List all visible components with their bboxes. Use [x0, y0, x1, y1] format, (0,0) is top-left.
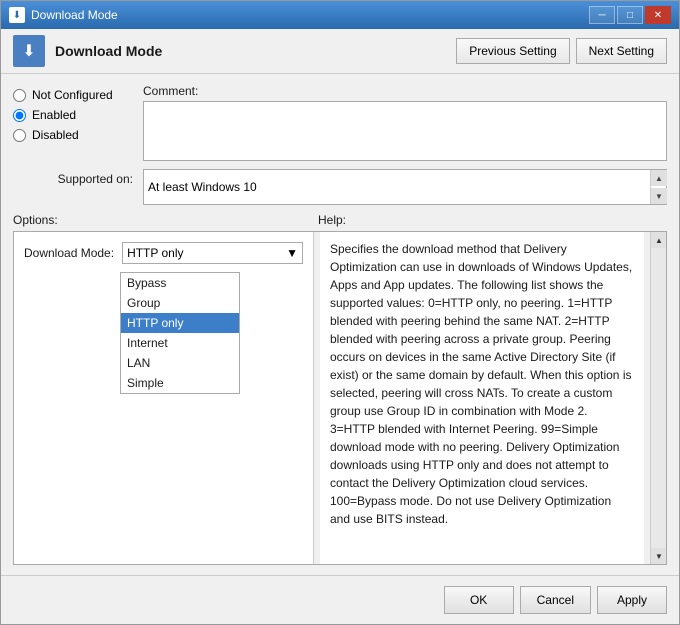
download-mode-row: Download Mode: HTTP only ▼ [24, 242, 303, 264]
maximize-button[interactable]: □ [617, 6, 643, 24]
options-label: Options: [13, 213, 318, 227]
previous-setting-button[interactable]: Previous Setting [456, 38, 569, 64]
dropdown-wrapper: HTTP only ▼ [122, 242, 303, 264]
radio-not-configured[interactable]: Not Configured [13, 88, 143, 102]
supported-scrollbar: ▲ ▼ [650, 170, 666, 204]
section-labels: Options: Help: [13, 213, 667, 227]
main-window: ⬇ Download Mode ─ □ ✕ ⬇ Download Mode Pr… [0, 0, 680, 625]
dropdown-item-internet[interactable]: Internet [121, 333, 239, 353]
window-icon: ⬇ [9, 7, 25, 23]
window-title: Download Mode [31, 8, 118, 22]
comment-label: Comment: [143, 84, 667, 98]
radio-enabled[interactable]: Enabled [13, 108, 143, 122]
supported-value: At least Windows 10 [148, 180, 257, 194]
close-button[interactable]: ✕ [645, 6, 671, 24]
dropdown-item-http-only[interactable]: HTTP only [121, 313, 239, 333]
footer: OK Cancel Apply [1, 575, 679, 624]
title-bar-controls: ─ □ ✕ [589, 6, 671, 24]
dropdown-item-bypass[interactable]: Bypass [121, 273, 239, 293]
top-section: Not Configured Enabled Disabled Comment: [13, 84, 667, 161]
comment-section: Comment: [143, 84, 667, 161]
help-scroll-down[interactable]: ▼ [651, 548, 667, 564]
download-mode-dropdown[interactable]: HTTP only ▼ [122, 242, 303, 264]
radio-disabled[interactable]: Disabled [13, 128, 143, 142]
dropdown-item-group[interactable]: Group [121, 293, 239, 313]
header-icon: ⬇ [13, 35, 45, 67]
header-buttons: Previous Setting Next Setting [456, 38, 667, 64]
radio-column: Not Configured Enabled Disabled [13, 84, 143, 161]
supported-label: Supported on: [13, 169, 143, 186]
next-setting-button[interactable]: Next Setting [576, 38, 667, 64]
help-scrollbar: ▲ ▼ [650, 232, 666, 564]
radio-enabled-label: Enabled [32, 108, 76, 122]
ok-button[interactable]: OK [444, 586, 514, 614]
radio-not-configured-input[interactable] [13, 89, 26, 102]
minimize-button[interactable]: ─ [589, 6, 615, 24]
radio-not-configured-label: Not Configured [32, 88, 113, 102]
scroll-up-arrow[interactable]: ▲ [651, 170, 667, 186]
comment-textarea[interactable] [143, 101, 667, 161]
download-mode-label: Download Mode: [24, 246, 114, 260]
scroll-down-arrow[interactable]: ▼ [651, 188, 667, 204]
dropdown-selected-value: HTTP only [127, 246, 183, 260]
title-bar: ⬇ Download Mode ─ □ ✕ [1, 1, 679, 29]
dropdown-list: Bypass Group HTTP only Internet LAN Simp… [120, 272, 240, 394]
main-bottom-panel: Download Mode: HTTP only ▼ Bypass Group … [13, 231, 667, 565]
apply-button[interactable]: Apply [597, 586, 667, 614]
radio-disabled-input[interactable] [13, 129, 26, 142]
title-bar-left: ⬇ Download Mode [9, 7, 118, 23]
help-text: Specifies the download method that Deliv… [330, 242, 632, 526]
content-area: Not Configured Enabled Disabled Comment:… [1, 74, 679, 575]
supported-box: At least Windows 10 ▲ ▼ [143, 169, 667, 205]
supported-row: Supported on: At least Windows 10 ▲ ▼ [13, 169, 667, 205]
dropdown-item-simple[interactable]: Simple [121, 373, 239, 393]
header-bar: ⬇ Download Mode Previous Setting Next Se… [1, 29, 679, 74]
radio-disabled-label: Disabled [32, 128, 79, 142]
cancel-button[interactable]: Cancel [520, 586, 591, 614]
help-scroll-up[interactable]: ▲ [651, 232, 667, 248]
radio-enabled-input[interactable] [13, 109, 26, 122]
dropdown-arrow-icon: ▼ [286, 246, 298, 260]
help-label: Help: [318, 213, 667, 227]
help-panel: Specifies the download method that Deliv… [320, 232, 644, 564]
options-panel: Download Mode: HTTP only ▼ Bypass Group … [14, 232, 314, 564]
dropdown-item-lan[interactable]: LAN [121, 353, 239, 373]
header-title: Download Mode [55, 43, 446, 59]
